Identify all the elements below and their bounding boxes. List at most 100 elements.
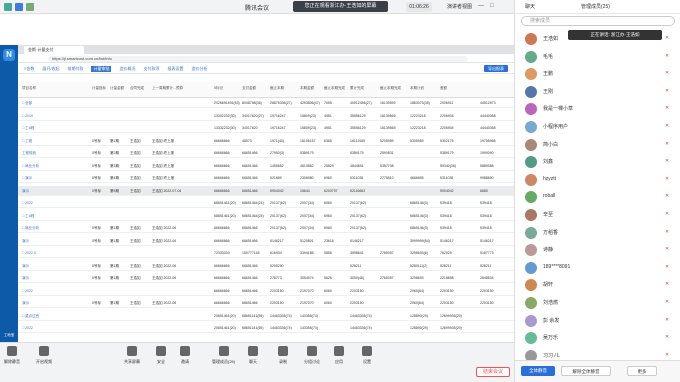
- mic-muted-icon[interactable]: ✕: [665, 105, 669, 111]
- column-header[interactable]: 计量指标: [92, 86, 106, 91]
- row-name[interactable]: □ 重点过西: [22, 314, 39, 319]
- toolbar-button[interactable]: 聊天: [248, 346, 258, 365]
- mic-muted-icon[interactable]: ✕: [665, 193, 669, 199]
- member-item[interactable]: 胡轩 ✕: [515, 276, 680, 294]
- mic-muted-icon[interactable]: ✕: [665, 264, 669, 270]
- table-row[interactable]: □ 2022 68651461(20) 68651464(24) 20137(62) 2…: [18, 198, 514, 208]
- table-row[interactable]: □ 演示 0号标 第4期 王浩如 王浩如 终上报 66666666 66651466 5216…: [18, 173, 514, 183]
- member-item[interactable]: 小程序用户 ✕: [515, 118, 680, 136]
- mute-all-button[interactable]: 全体静音: [521, 366, 555, 376]
- row-name[interactable]: □ 全部: [22, 101, 32, 106]
- mic-muted-icon[interactable]: ✕: [665, 246, 669, 252]
- column-header[interactable]: 本期金额: [300, 86, 314, 91]
- row-name[interactable]: 演示: [22, 301, 29, 306]
- row-name[interactable]: □ 演示: [22, 176, 32, 181]
- member-item[interactable]: 毛毛 ✕: [515, 48, 680, 66]
- toolbar-button[interactable]: 安全: [156, 346, 166, 365]
- mic-muted-icon[interactable]: ✕: [665, 123, 669, 129]
- row-name[interactable]: 演示: [22, 276, 29, 281]
- browser-tab[interactable]: 金斯·计量支付: [24, 46, 84, 54]
- export-report-button[interactable]: 导出报表: [484, 65, 508, 72]
- more-button[interactable]: 更多: [627, 366, 657, 376]
- view-mode-button[interactable]: 演讲者视图: [444, 2, 475, 12]
- row-name[interactable]: 演示: [22, 264, 29, 269]
- table-row[interactable]: □ 局业分析 0号标 第3期 王浩如 王浩如 终上报 66666666 66651466 14…: [18, 161, 514, 171]
- table-row[interactable]: 演示 0号标 第1期 王浩如 王浩如 2022-06 66666666 66651466 27…: [18, 273, 514, 283]
- toolbar-button[interactable]: 设置: [362, 346, 372, 365]
- mic-muted-icon[interactable]: ✕: [665, 281, 669, 287]
- table-row[interactable]: □ 工A程 68651461(20) 68651464(24) 20137(62) 20…: [18, 211, 514, 221]
- mic-muted-icon[interactable]: ✕: [665, 229, 669, 235]
- row-name[interactable]: □ 2019: [22, 114, 33, 118]
- table-row[interactable]: □ 重点过西 20651461(20) 68651141(55) 14463335(7…: [18, 311, 514, 321]
- nav-link[interactable]: ≡金数: [24, 66, 34, 72]
- column-header[interactable]: 支付金额: [242, 86, 256, 91]
- mic-muted-icon[interactable]: ✕: [665, 35, 669, 41]
- mic-muted-icon[interactable]: ✕: [665, 334, 669, 340]
- row-name[interactable]: □ 2022: [22, 289, 33, 293]
- member-item[interactable]: 彭 余发 ✕: [515, 312, 680, 330]
- row-name[interactable]: 工程规划: [22, 151, 36, 156]
- mic-muted-icon[interactable]: ✕: [665, 88, 669, 94]
- nav-link[interactable]: 计量审批: [91, 66, 112, 72]
- nav-link[interactable]: 造价分析: [191, 66, 207, 72]
- network-icon[interactable]: [15, 3, 23, 11]
- nav-link[interactable]: 支付款项: [143, 66, 159, 72]
- column-header[interactable]: 预算: [176, 86, 183, 91]
- column-header[interactable]: 累计完成: [350, 86, 364, 91]
- member-item[interactable]: 王鹏 ✕: [515, 65, 680, 83]
- member-item[interactable]: roball ✕: [515, 188, 680, 206]
- table-row[interactable]: □ 2019 13302232(30) 34017620(27) 19716247 15…: [18, 111, 514, 121]
- url-input[interactable]: https://jl.smartcost.com.cn/list/info: [48, 55, 468, 62]
- nav-link[interactable]: 展开/收起: [42, 66, 59, 72]
- column-header[interactable]: 合同完成: [130, 86, 144, 91]
- nav-link[interactable]: 造价概况: [119, 66, 135, 72]
- row-name[interactable]: 演示: [22, 189, 29, 194]
- member-search-input[interactable]: 搜索成员: [521, 16, 675, 26]
- column-header[interactable]: 上一周期累计...: [152, 86, 176, 91]
- mic-muted-icon[interactable]: ✕: [665, 352, 669, 358]
- member-item[interactable]: hzyztt ✕: [515, 171, 680, 189]
- table-row[interactable]: 工程规划 0号标 第2期 王浩如 王浩如 终上报 66666666 66651466 2795…: [18, 148, 514, 158]
- member-item[interactable]: 我是一棵小草 ✕: [515, 100, 680, 118]
- table-row[interactable]: □ 2022-5 72333333 150777146 616934 3394185 58…: [18, 248, 514, 258]
- row-name[interactable]: □ 局业分析: [22, 226, 39, 231]
- member-item[interactable]: 诗静 ✕: [515, 241, 680, 259]
- minimize-icon[interactable]: —: [478, 3, 484, 9]
- row-name[interactable]: □ 2022-5: [22, 251, 36, 255]
- row-name[interactable]: □ 工A程: [22, 214, 34, 219]
- table-row[interactable]: □ 局业分析 0号标 第1期 王浩如 王浩如 2022-06 66666666 666514…: [18, 223, 514, 233]
- nav-link[interactable]: 前期付款: [67, 66, 83, 72]
- table-row[interactable]: 演示 0号标 第1期 王浩如 王浩如 2022-06 66666666 66651466 22…: [18, 298, 514, 308]
- end-meeting-button[interactable]: 结束会议: [476, 367, 510, 377]
- member-item[interactable]: 吴万乐 ✕: [515, 329, 680, 347]
- mic-muted-icon[interactable]: ✕: [665, 211, 669, 217]
- table-row[interactable]: 演示 0号标 第1期 王浩如 王浩如 2022-06 66666666 66651466 52…: [18, 261, 514, 271]
- toolbar-button[interactable]: 开启视频: [36, 346, 52, 365]
- mic-muted-icon[interactable]: ✕: [665, 299, 669, 305]
- mic-muted-icon[interactable]: ✕: [665, 141, 669, 147]
- column-header[interactable]: 项目名称: [22, 86, 36, 91]
- toolbar-button[interactable]: 录制: [278, 346, 288, 365]
- tab-chat[interactable]: 聊天: [525, 3, 535, 10]
- mic-muted-icon[interactable]: ✕: [665, 53, 669, 59]
- row-name[interactable]: 演示: [22, 239, 29, 244]
- member-item[interactable]: 刘浩燃 ✕: [515, 294, 680, 312]
- table-row[interactable]: □ 工A程 13332232(30) 34017620 19716247 15809(2…: [18, 123, 514, 133]
- member-item[interactable]: 189****8091 ✕: [515, 259, 680, 277]
- toolbar-button[interactable]: 分组讨论: [304, 346, 320, 365]
- table-row[interactable]: □ 2022 66666666 66651466 2203150 2197070 6060…: [18, 286, 514, 296]
- toolbar-button[interactable]: 应用: [334, 346, 344, 365]
- mic-muted-icon[interactable]: ✕: [665, 317, 669, 323]
- column-header[interactable]: 本期计划: [410, 86, 424, 91]
- nav-link[interactable]: 报表设置: [167, 66, 183, 72]
- mic-muted-icon[interactable]: ✕: [665, 158, 669, 164]
- toolbar-button[interactable]: 管理成员(25): [212, 346, 235, 365]
- column-header[interactable]: 截止本期: [270, 86, 284, 91]
- maximize-icon[interactable]: □: [490, 3, 494, 9]
- table-row[interactable]: 演示 0号标 第1期 王浩如 王浩如 2022-06 66666666 66651466 51…: [18, 236, 514, 246]
- column-header[interactable]: 截止本期完成: [380, 86, 401, 91]
- column-header[interactable]: 5标记: [214, 86, 223, 91]
- toolbar-button[interactable]: 解除静音: [4, 346, 20, 365]
- column-header[interactable]: 计量金额: [110, 86, 124, 91]
